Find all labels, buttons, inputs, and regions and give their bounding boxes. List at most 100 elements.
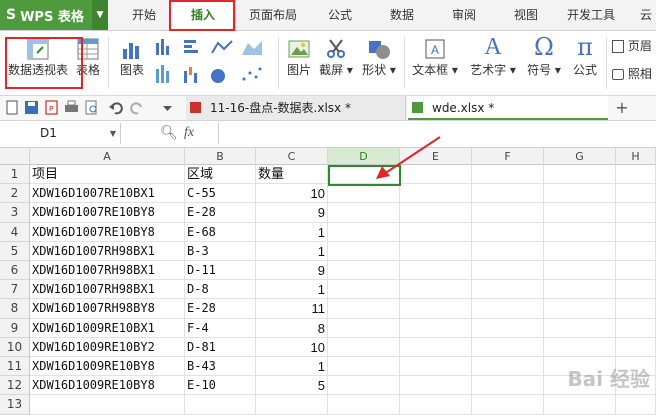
header-footer-button[interactable]: 页眉 [612, 37, 656, 54]
print-icon[interactable] [64, 100, 79, 115]
new-tab-button[interactable]: + [612, 96, 632, 120]
table-cell[interactable]: 10 [256, 184, 328, 204]
table-cell[interactable] [328, 357, 400, 377]
table-cell[interactable]: 9 [256, 203, 328, 223]
table-cell[interactable]: E-68 [185, 222, 256, 242]
table-cell[interactable] [544, 261, 616, 281]
row-header[interactable]: 10 [0, 337, 30, 357]
symbol-button[interactable]: Ω 符号 ▾ [524, 33, 564, 78]
table-cell[interactable] [472, 376, 544, 396]
table-cell[interactable] [472, 357, 544, 377]
shape-button[interactable]: 形状 ▾ [360, 37, 398, 78]
name-box[interactable]: D1 ▼ [0, 123, 121, 144]
row-header[interactable]: 8 [0, 299, 30, 319]
table-cell[interactable] [328, 184, 400, 204]
table-cell[interactable] [544, 222, 616, 242]
select-all-corner[interactable] [0, 148, 30, 165]
table-cell[interactable] [472, 395, 544, 415]
tab-page-layout[interactable]: 页面布局 [240, 0, 306, 30]
column-header[interactable]: F [472, 148, 544, 165]
new-file-icon[interactable] [4, 100, 19, 115]
chart-button[interactable]: 图表 [114, 37, 150, 78]
app-menu-button[interactable]: S WPS 表格 ▼ [0, 0, 108, 30]
table-cell[interactable]: XDW16D1007RE10BY8 [30, 222, 185, 242]
customize-toolbar-icon[interactable] [160, 100, 175, 115]
table-cell[interactable] [544, 337, 616, 357]
table-cell[interactable] [400, 318, 472, 338]
table-cell[interactable]: XDW16D1009RE10BY8 [30, 357, 185, 377]
table-cell[interactable] [328, 261, 400, 281]
row-header[interactable]: 3 [0, 203, 30, 223]
table-cell[interactable] [400, 222, 472, 242]
tab-view[interactable]: 视图 [500, 0, 552, 30]
undo-icon[interactable] [108, 100, 123, 115]
table-cell[interactable] [328, 337, 400, 357]
table-cell[interactable] [616, 165, 656, 185]
tab-data[interactable]: 数据 [376, 0, 428, 30]
table-cell[interactable] [400, 376, 472, 396]
table-cell[interactable] [616, 222, 656, 242]
table-cell[interactable] [400, 299, 472, 319]
redo-icon[interactable] [130, 100, 145, 115]
zoom-icon[interactable]: 🔍︎ [160, 125, 178, 141]
table-cell[interactable] [544, 203, 616, 223]
table-cell[interactable]: 11 [256, 299, 328, 319]
table-cell[interactable]: D-8 [185, 280, 256, 300]
table-cell[interactable] [400, 337, 472, 357]
table-cell[interactable] [472, 165, 544, 185]
table-cell[interactable]: E-28 [185, 299, 256, 319]
table-cell[interactable]: 1 [256, 241, 328, 261]
table-cell[interactable] [616, 184, 656, 204]
table-cell[interactable] [400, 261, 472, 281]
table-cell[interactable]: 1 [256, 222, 328, 242]
table-cell[interactable] [256, 395, 328, 415]
table-cell[interactable] [544, 280, 616, 300]
chevron-down-icon[interactable]: ▼ [92, 0, 108, 30]
table-cell[interactable] [400, 357, 472, 377]
table-cell[interactable]: 1 [256, 280, 328, 300]
picture-button[interactable]: 图片 [282, 37, 316, 78]
row-header[interactable]: 1 [0, 165, 30, 185]
table-cell[interactable] [400, 280, 472, 300]
table-cell[interactable]: 区域 [185, 165, 256, 185]
fx-button[interactable]: fx [184, 125, 194, 141]
wordart-button[interactable]: A 艺术字 ▾ [466, 33, 520, 78]
tab-formulas[interactable]: 公式 [314, 0, 366, 30]
table-cell[interactable] [400, 203, 472, 223]
table-cell[interactable] [472, 222, 544, 242]
row-header[interactable]: 13 [0, 395, 30, 415]
chevron-down-icon[interactable]: ▼ [110, 123, 116, 144]
table-cell[interactable]: XDW16D1007RH98BY8 [30, 299, 185, 319]
table-cell[interactable]: D-81 [185, 337, 256, 357]
table-cell[interactable] [400, 184, 472, 204]
table-cell[interactable]: 8 [256, 318, 328, 338]
table-cell[interactable] [616, 318, 656, 338]
table-cell[interactable]: 1 [256, 357, 328, 377]
column-header[interactable]: B [185, 148, 256, 165]
column-header[interactable]: A [30, 148, 185, 165]
table-cell[interactable] [616, 280, 656, 300]
table-cell[interactable]: B-3 [185, 241, 256, 261]
table-cell[interactable] [616, 203, 656, 223]
table-cell[interactable]: XDW16D1009RE10BX1 [30, 318, 185, 338]
table-cell[interactable]: C-55 [185, 184, 256, 204]
table-cell[interactable]: XDW16D1007RH98BX1 [30, 261, 185, 281]
screenshot-button[interactable]: 截屏 ▾ [318, 37, 354, 78]
table-cell[interactable] [472, 184, 544, 204]
table-cell[interactable] [472, 337, 544, 357]
table-cell[interactable]: 数量 [256, 165, 328, 185]
tab-review[interactable]: 审阅 [438, 0, 490, 30]
table-cell[interactable]: XDW16D1009RE10BY8 [30, 376, 185, 396]
table-cell[interactable] [616, 299, 656, 319]
column-header[interactable]: G [544, 148, 616, 165]
table-cell[interactable] [400, 395, 472, 415]
table-cell[interactable] [328, 318, 400, 338]
table-cell[interactable]: F-4 [185, 318, 256, 338]
table-cell[interactable] [616, 395, 656, 415]
row-header[interactable]: 12 [0, 376, 30, 396]
table-cell[interactable] [472, 318, 544, 338]
doc-tab-inventory[interactable]: 11-16-盘点-数据表.xlsx * [186, 96, 406, 120]
table-cell[interactable] [328, 241, 400, 261]
table-cell[interactable] [544, 395, 616, 415]
table-cell[interactable]: 10 [256, 337, 328, 357]
